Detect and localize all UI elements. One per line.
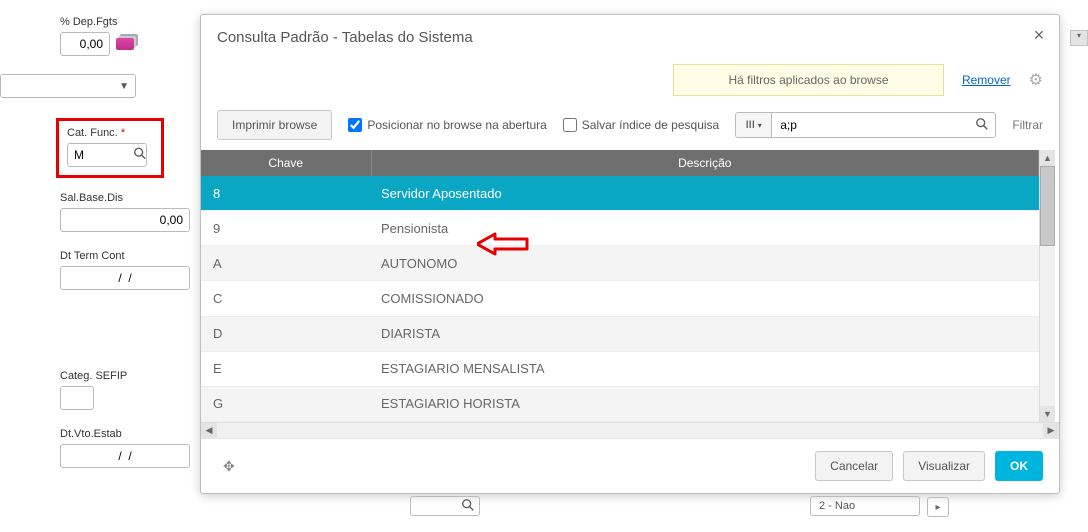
chevron-right-icon[interactable]: ▸ xyxy=(927,497,949,517)
scroll-left-icon[interactable]: ◀ xyxy=(201,423,217,438)
table-row[interactable]: DDIARISTA xyxy=(201,316,1039,351)
dt-vto-input[interactable] xyxy=(60,444,190,468)
callout-arrow xyxy=(477,232,537,256)
move-icon[interactable]: ✥ xyxy=(217,458,235,475)
below-lookup[interactable] xyxy=(410,496,480,516)
col-desc[interactable]: Descrição xyxy=(371,150,1039,176)
below-select[interactable]: 2 - Nao ▸ xyxy=(810,496,920,516)
dt-term-input[interactable] xyxy=(60,266,190,290)
remove-filter-link[interactable]: Remover xyxy=(962,73,1011,87)
filter-banner: Há filtros aplicados ao browse xyxy=(673,64,944,96)
cat-func-label: Cat. Func. * xyxy=(67,127,153,139)
dep-fgts-input[interactable] xyxy=(60,32,110,56)
chevron-down-icon[interactable]: ▾ xyxy=(1070,30,1088,46)
dt-vto-label: Dt.Vto.Estab xyxy=(60,428,200,440)
lookup-modal: Consulta Padrão - Tabelas do Sistema × H… xyxy=(200,14,1060,494)
print-browse-button[interactable]: Imprimir browse xyxy=(217,110,332,140)
table-row[interactable]: 8Servidor Aposentado xyxy=(201,176,1039,211)
search-icon[interactable] xyxy=(969,117,995,134)
sal-base-label: Sal.Base.Dis xyxy=(60,192,200,204)
col-key[interactable]: Chave xyxy=(201,150,371,176)
view-button[interactable]: Visualizar xyxy=(903,451,985,481)
dt-term-label: Dt Term Cont xyxy=(60,250,200,262)
ok-button[interactable]: OK xyxy=(995,451,1043,481)
chevron-down-icon: ▼ xyxy=(119,81,129,92)
scroll-right-icon[interactable]: ▶ xyxy=(1043,423,1059,438)
scroll-down-icon[interactable]: ▼ xyxy=(1040,406,1055,422)
sefip-input[interactable] xyxy=(60,386,94,410)
scroll-up-icon[interactable]: ▲ xyxy=(1040,150,1055,166)
search-mode-dropdown[interactable]: III xyxy=(736,113,772,137)
table-row[interactable]: 9Pensionista xyxy=(201,211,1039,246)
table-row[interactable]: CCOMISSIONADO xyxy=(201,281,1039,316)
sefip-label: Categ. SEFIP xyxy=(60,370,200,382)
table-row[interactable]: EESTAGIARIO MENSALISTA xyxy=(201,351,1039,386)
sal-base-input[interactable] xyxy=(60,208,190,232)
cancel-button[interactable]: Cancelar xyxy=(815,451,893,481)
vertical-scrollbar[interactable]: ▲ ▼ xyxy=(1039,150,1055,422)
search-icon[interactable] xyxy=(133,147,147,164)
search-box: III xyxy=(735,112,996,138)
horizontal-scrollbar[interactable] xyxy=(217,423,1043,438)
search-input[interactable] xyxy=(772,118,969,132)
modal-title: Consulta Padrão - Tabelas do Sistema xyxy=(217,29,473,46)
gear-icon[interactable]: ⚙ xyxy=(1029,70,1043,90)
table-row[interactable]: AAUTONOMO xyxy=(201,246,1039,281)
search-icon xyxy=(461,498,475,515)
filter-link[interactable]: Filtrar xyxy=(1012,118,1043,132)
stack-icon xyxy=(116,38,134,50)
cat-func-highlight: Cat. Func. * xyxy=(56,118,164,178)
results-table: Chave Descrição 8Servidor Aposentado 9Pe… xyxy=(201,150,1039,422)
save-index-checkbox[interactable]: Salvar índice de pesquisa xyxy=(563,118,719,132)
table-row[interactable]: GESTAGIARIO HORISTA xyxy=(201,386,1039,421)
close-icon[interactable]: × xyxy=(1029,25,1049,45)
dep-fgts-label: % Dep.Fgts xyxy=(60,16,200,28)
position-on-open-checkbox[interactable]: Posicionar no browse na abertura xyxy=(348,118,546,132)
blank-dropdown[interactable]: ▼ xyxy=(0,74,136,98)
